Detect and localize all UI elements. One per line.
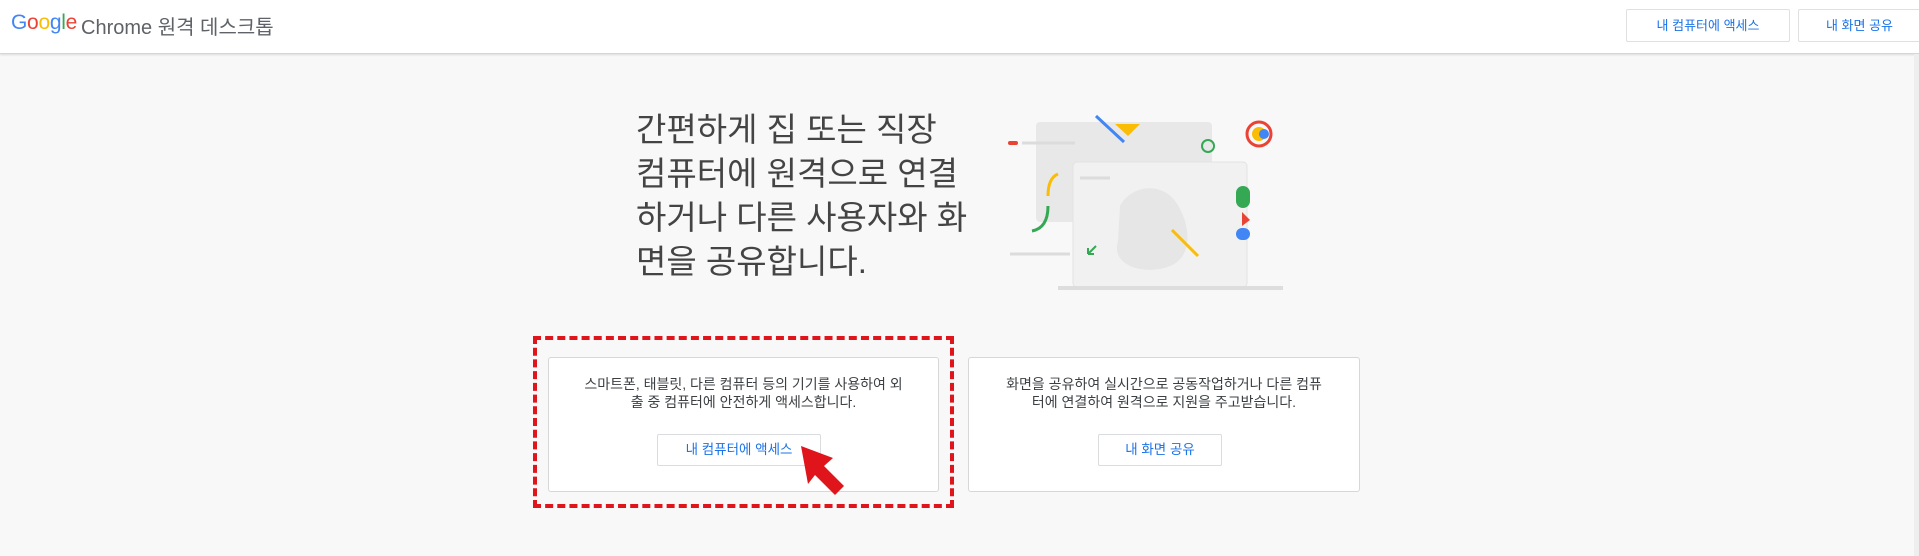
share-card: 화면을 공유하여 실시간으로 공동작업하거나 다른 컴퓨 터에 연결하여 원격으… xyxy=(968,357,1360,492)
hero-headline: 간편하게 집 또는 직장 컴퓨터에 원격으로 연결 하거나 다른 사용자와 화 … xyxy=(636,108,996,284)
share-my-screen-button[interactable]: 내 화면 공유 xyxy=(1098,434,1222,466)
google-logo: Google xyxy=(11,11,77,34)
share-card-description: 화면을 공유하여 실시간으로 공동작업하거나 다른 컴퓨 터에 연결하여 원격으… xyxy=(1006,376,1322,410)
header-access-my-computer-button[interactable]: 내 컴퓨터에 액세스 xyxy=(1626,9,1790,42)
hero-line: 하거나 다른 사용자와 화 xyxy=(636,199,968,236)
hero-line: 컴퓨터에 원격으로 연결 xyxy=(636,155,958,192)
header-share-my-screen-button[interactable]: 내 화면 공유 xyxy=(1798,9,1919,42)
illustration-computers xyxy=(1008,114,1283,290)
hero-line: 간편하게 집 또는 직장 xyxy=(636,111,937,148)
top-app-bar: Google Chrome 원격 데스크톱 내 컴퓨터에 액세스 내 화면 공유 xyxy=(0,0,1919,54)
scrollbar[interactable] xyxy=(1914,54,1919,556)
pointer-arrow-icon xyxy=(801,446,844,495)
access-card-description: 스마트폰, 태블릿, 다른 컴퓨터 등의 기기를 사용하여 외 출 중 컴퓨터에… xyxy=(584,376,903,410)
access-card: 스마트폰, 태블릿, 다른 컴퓨터 등의 기기를 사용하여 외 출 중 컴퓨터에… xyxy=(548,357,939,492)
hero-line: 면을 공유합니다. xyxy=(636,243,867,280)
app-title: Chrome 원격 데스크톱 xyxy=(81,17,274,39)
